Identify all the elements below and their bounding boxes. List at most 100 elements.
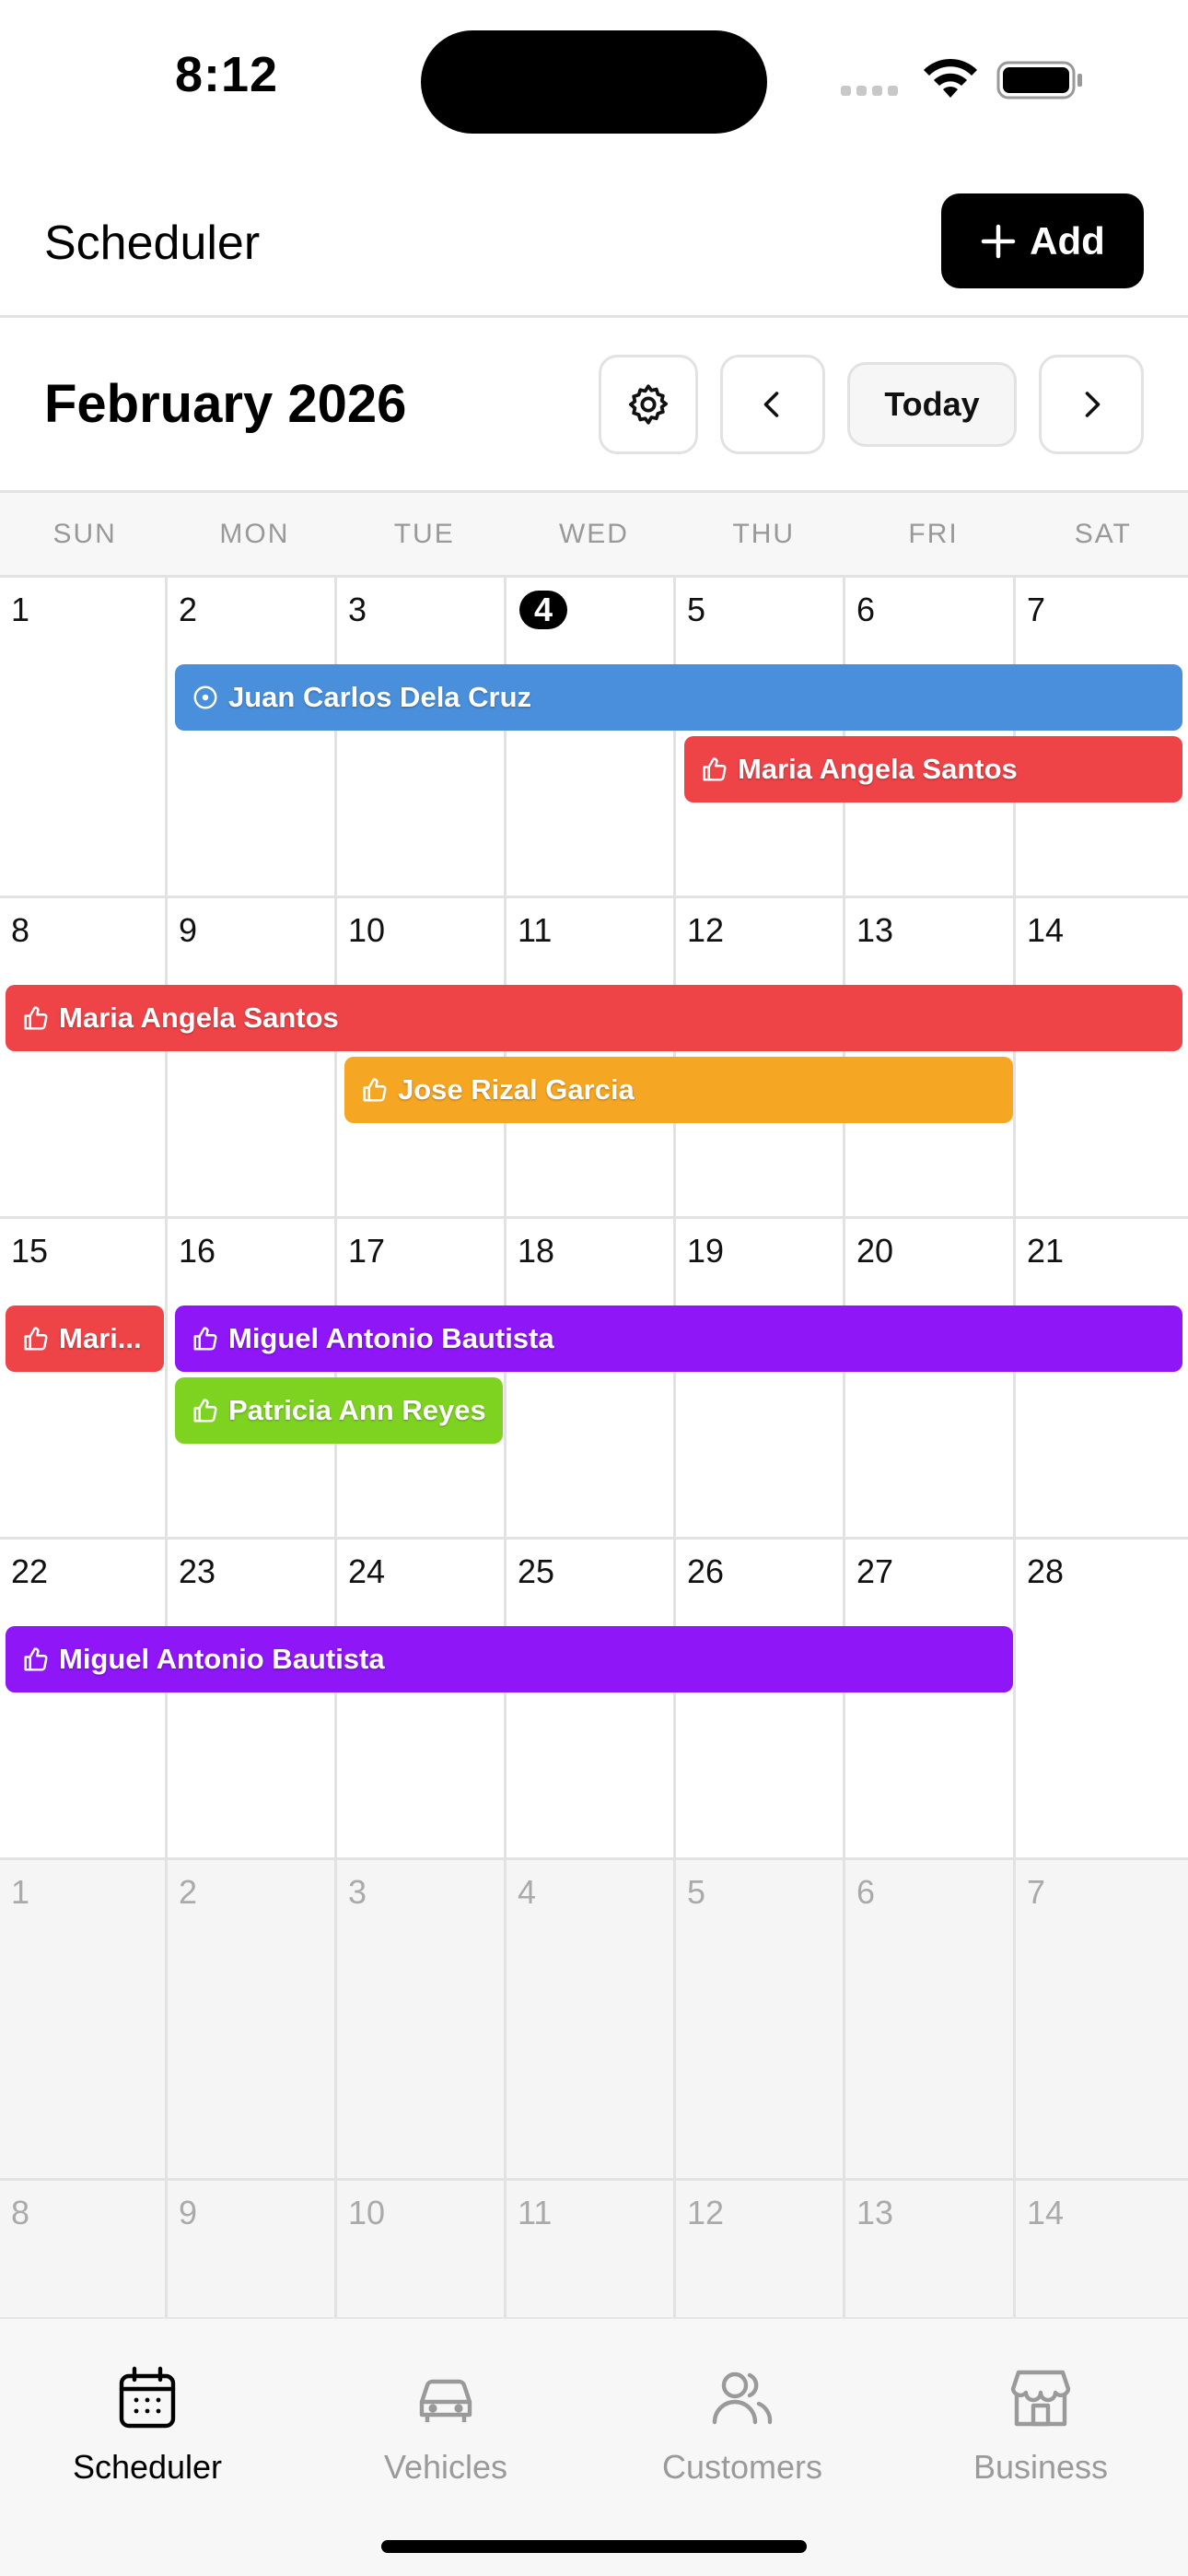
thumbs-up-icon [361,1076,389,1104]
day-number: 11 [518,2194,553,2231]
event-label: Mari... [59,1322,142,1354]
tab-bar: Scheduler Vehicles Customers Business [0,2317,1188,2576]
thumbs-up-icon [192,1325,219,1352]
event-bar[interactable]: Patricia Ann Reyes [175,1377,503,1444]
day-number: 27 [856,1552,894,1590]
car-icon [419,2379,472,2422]
day-number: 3 [348,1873,367,1911]
app-header: Scheduler Add [0,175,1188,318]
day-cell[interactable]: 4 [507,578,676,896]
previous-month-button[interactable] [720,355,825,454]
day-cell[interactable]: 3 [337,1860,507,2178]
weekday-header: SUN MON TUE WED THU FRI SAT [0,493,1188,578]
day-cell[interactable]: 25 [507,1540,676,1857]
event-bar[interactable]: Jose Rizal Garcia [344,1057,1013,1123]
tab-business[interactable]: Business [912,2365,1170,2487]
home-indicator [381,2540,807,2553]
event-label: Jose Rizal Garcia [398,1073,635,1106]
day-cell[interactable]: 1 [0,578,168,896]
day-cell[interactable]: 22 [0,1540,168,1857]
day-number: 2 [179,1873,198,1911]
day-cell[interactable]: 19 [676,1219,845,1537]
day-cell[interactable]: 28 [1016,1540,1188,1857]
event-bar[interactable]: Maria Angela Santos [684,736,1182,802]
day-number: 22 [11,1552,49,1590]
day-number: 26 [687,1552,725,1590]
day-cell[interactable]: 15 [0,1219,168,1537]
day-cell[interactable]: 26 [676,1540,845,1857]
settings-button[interactable] [599,355,698,454]
thumbs-up-icon [22,1325,50,1352]
event-bar[interactable]: Miguel Antonio Bautista [6,1626,1013,1692]
day-cell[interactable]: 9 [168,898,337,1216]
day-number: 24 [348,1552,386,1590]
tab-scheduler[interactable]: Scheduler [18,2365,276,2487]
tab-vehicles[interactable]: Vehicles [317,2365,575,2487]
day-cell[interactable]: 27 [845,1540,1016,1857]
day-number: 13 [856,911,894,949]
thumbs-up-icon [701,755,728,783]
day-cell[interactable]: 20 [845,1219,1016,1537]
weekday-label: MON [219,519,290,549]
add-button[interactable]: Add [941,193,1144,288]
wifi-icon [924,58,977,98]
tab-label: Scheduler [72,2448,223,2486]
day-cell[interactable]: 6 [845,1860,1016,2178]
day-number: 19 [687,1232,725,1270]
day-cell[interactable]: 21 [1016,1219,1188,1537]
event-bar[interactable]: Maria Angela Santos [6,985,1182,1051]
plus-icon [981,224,1016,258]
day-number: 8 [11,2194,30,2231]
thumbs-up-icon [22,1004,50,1032]
day-cell[interactable]: 5 [676,1860,845,2178]
day-number: 11 [518,911,553,949]
day-cell[interactable]: 24 [337,1540,507,1857]
day-cell[interactable]: 23 [168,1540,337,1857]
weekday-label: TUE [393,519,455,549]
week-row: 22 23 24 25 26 27 28 [0,1540,1188,1860]
day-number: 7 [1027,591,1046,628]
day-number: 9 [179,911,198,949]
day-number: 5 [687,591,706,628]
day-cell[interactable]: 18 [507,1219,676,1537]
cellular-signal-icon [841,86,898,96]
event-bar[interactable]: Miguel Antonio Bautista [175,1306,1182,1372]
day-cell[interactable]: 3 [337,578,507,896]
day-cell[interactable]: 14 [1016,898,1188,1216]
event-bar[interactable]: Mari... [6,1306,164,1372]
day-number: 9 [179,2194,198,2231]
tab-label: Vehicles [383,2448,508,2486]
day-cell[interactable]: 8 [0,898,168,1216]
day-number: 1 [11,591,30,628]
day-number: 6 [856,1873,876,1911]
day-cell[interactable]: 2 [168,1860,337,2178]
day-number: 10 [348,2194,386,2231]
store-icon [1010,2370,1071,2427]
day-number: 18 [518,1232,555,1270]
day-number: 2 [179,591,198,628]
day-cell[interactable]: 2 [168,578,337,896]
next-month-button[interactable] [1039,355,1144,454]
status-time: 8:12 [175,47,279,102]
weekday-label: SAT [1074,519,1132,549]
day-number: 1 [11,1873,30,1911]
tab-customers[interactable]: Customers [613,2365,871,2487]
today-day-number: 4 [519,591,568,629]
day-cell[interactable]: 7 [1016,1860,1188,2178]
day-number: 14 [1027,2194,1065,2231]
event-label: Patricia Ann Reyes [228,1394,486,1426]
day-number: 12 [687,911,725,949]
clock-icon [192,684,219,711]
dynamic-island [421,30,767,134]
today-button[interactable]: Today [847,362,1017,447]
tab-label: Customers [661,2448,823,2486]
day-number: 16 [179,1232,216,1270]
day-number: 10 [348,911,386,949]
day-number: 21 [1027,1232,1065,1270]
day-cell[interactable]: 4 [507,1860,676,2178]
day-number: 5 [687,1873,706,1911]
day-number: 6 [856,591,876,628]
event-bar[interactable]: Juan Carlos Dela Cruz [175,664,1182,731]
day-cell[interactable]: 1 [0,1860,168,2178]
month-title: February 2026 [44,374,407,434]
